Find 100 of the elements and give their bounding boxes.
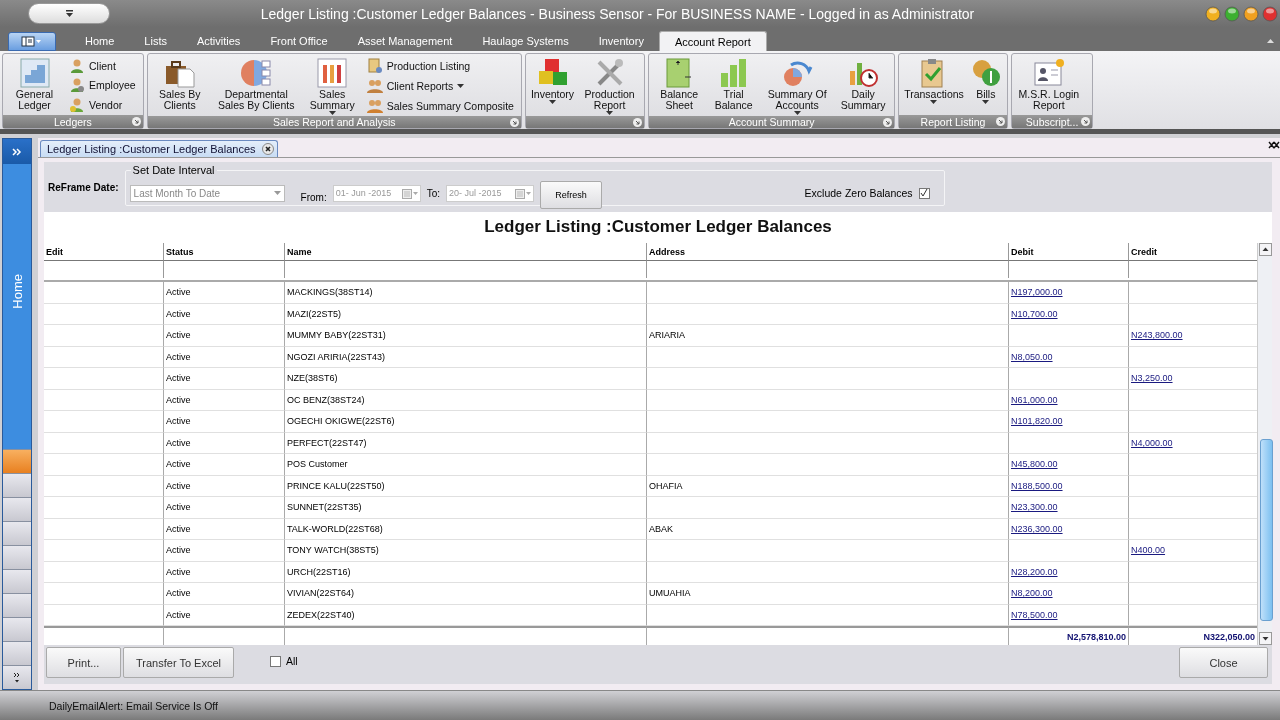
chevron-menu-icon	[13, 672, 21, 683]
navigation-button[interactable]	[3, 569, 31, 593]
navigation-button[interactable]	[3, 497, 31, 521]
ribbon-button[interactable]: Departmental Sales By Clients	[209, 56, 303, 116]
window-control-button[interactable]	[1224, 5, 1240, 22]
ribbon-button[interactable]: M.S.R. Login Report	[1013, 56, 1084, 115]
ribbon-tab[interactable]: Inventory	[583, 31, 659, 51]
more-button[interactable]	[3, 665, 31, 689]
amount-link[interactable]: N188,500.00	[1011, 480, 1063, 491]
field-label: To:	[426, 187, 441, 199]
navigation-button[interactable]	[3, 521, 31, 545]
ribbon-tab[interactable]: Lists	[129, 31, 182, 51]
table-cell: Active	[163, 389, 284, 411]
scroll-down-button[interactable]	[1259, 632, 1272, 645]
expand-button[interactable]	[3, 139, 31, 164]
checkbox[interactable]	[270, 655, 281, 667]
ribbon-button[interactable]: Sales By Clients	[149, 56, 210, 116]
table-cell: SUNNET(22ST35)	[284, 497, 646, 519]
refresh-button[interactable]: Refresh	[540, 181, 603, 209]
ribbon-button[interactable]: Daily Summary	[834, 56, 893, 116]
table-cell: MUMMY BABY(22ST31)	[284, 325, 646, 347]
amount-link[interactable]: N45,800.00	[1011, 459, 1058, 470]
ribbon-tab[interactable]: Activities	[181, 31, 256, 51]
ribbon-button[interactable]: Trial Balance	[707, 56, 761, 116]
table-cell: Active	[163, 432, 284, 454]
navigation-button[interactable]	[3, 593, 31, 617]
total-amount: N2,578,810.00	[1066, 631, 1126, 642]
ribbon-tab[interactable]: Account Report	[658, 31, 767, 51]
table-cell: TALK-WORLD(22ST68)	[284, 518, 646, 540]
amount-link[interactable]: N78,500.00	[1011, 609, 1058, 620]
window-control-button[interactable]	[1243, 5, 1259, 22]
ribbon-button[interactable]: Client Reports	[363, 77, 517, 95]
table-cell: Active	[163, 411, 284, 433]
amount-link[interactable]: N61,000.00	[1011, 394, 1058, 405]
scrollbar-thumb[interactable]	[1260, 439, 1273, 621]
ribbon-button[interactable]: Production Listing	[363, 57, 517, 75]
launcher-icon[interactable]	[633, 118, 643, 127]
excel-button[interactable]: Transfer To Excel	[123, 647, 234, 678]
column-header: Debit	[1008, 243, 1128, 261]
launcher-icon[interactable]	[995, 117, 1005, 126]
ribbon-tab[interactable]: Haulage Systems	[467, 31, 584, 51]
amount-link[interactable]: N28,200.00	[1011, 566, 1058, 577]
amount-link[interactable]: N10,700.00	[1011, 308, 1058, 319]
close-icon[interactable]	[1268, 141, 1280, 149]
ribbon-button[interactable]: Sales Summary	[302, 56, 362, 116]
launcher-icon[interactable]	[509, 118, 519, 127]
ribbon-button[interactable]: General Ledger	[5, 56, 64, 115]
amount-link[interactable]: N197,000.00	[1011, 287, 1063, 298]
app-menu-button[interactable]	[8, 32, 56, 51]
print-button[interactable]: Print...	[46, 647, 121, 678]
ribbon-button[interactable]: Inventory	[527, 56, 578, 116]
launcher-icon[interactable]	[131, 117, 141, 126]
amount-link[interactable]: N101,820.00	[1011, 416, 1063, 427]
amount-link[interactable]: N23,300.00	[1011, 502, 1058, 513]
period-dropdown[interactable]: Last Month To Date	[129, 184, 285, 202]
amount-link[interactable]: N400.00	[1131, 545, 1166, 556]
checkbox[interactable]	[918, 187, 930, 199]
navigation-button[interactable]	[3, 473, 31, 497]
launcher-icon[interactable]	[883, 118, 893, 127]
group-label: Sales Report and Analysis	[273, 116, 396, 128]
window-control-button[interactable]	[1205, 5, 1221, 22]
table-cell: ZEDEX(22ST40)	[284, 604, 646, 626]
people-icon	[366, 98, 383, 114]
navigation-button[interactable]	[3, 641, 31, 665]
table-cell: Active	[163, 561, 284, 583]
scroll-up-button[interactable]	[1259, 243, 1272, 256]
ribbon-tab[interactable]: Asset Management	[342, 31, 468, 51]
ribbon-button[interactable]: Balance Sheet	[651, 56, 708, 116]
table-cell: Active	[163, 325, 284, 347]
scrollbar[interactable]	[1257, 243, 1272, 645]
collapse-icon[interactable]	[1267, 39, 1274, 43]
ribbon-button[interactable]: Employee	[66, 76, 139, 95]
ribbon-tab[interactable]: Front Office	[255, 31, 343, 51]
quick-access-button[interactable]	[28, 3, 110, 24]
ribbon-button[interactable]: Vendor	[66, 96, 139, 115]
table-cell: Active	[163, 282, 284, 304]
amount-link[interactable]: N243,800.00	[1131, 330, 1183, 341]
launcher-icon[interactable]	[1081, 117, 1091, 126]
column-header: Edit	[44, 243, 163, 261]
amount-link[interactable]: N4,000.00	[1131, 437, 1173, 448]
navigation-button[interactable]	[3, 545, 31, 569]
amount-link[interactable]: N236,300.00	[1011, 523, 1063, 534]
ribbon-tab[interactable]: Home	[70, 31, 130, 51]
close-button[interactable]: Close	[1179, 647, 1268, 678]
ribbon-button[interactable]: Bills	[966, 56, 1005, 115]
ribbon-button[interactable]: Transactions	[901, 56, 967, 115]
window-control-button[interactable]	[1262, 5, 1278, 22]
ribbon-button[interactable]: Production Report	[577, 56, 643, 116]
ribbon-button[interactable]: Client	[66, 56, 139, 75]
navigation-button[interactable]	[3, 617, 31, 641]
ribbon-button[interactable]: Summary Of Accounts	[760, 56, 835, 116]
amount-link[interactable]: N3,250.00	[1131, 373, 1173, 384]
amount-link[interactable]: N8,050.00	[1011, 351, 1053, 362]
document-tab[interactable]: Ledger Listing :Customer Ledger Balances	[40, 140, 278, 157]
caret-icon	[273, 191, 281, 195]
amount-link[interactable]: N8,200.00	[1011, 588, 1053, 599]
ribbon-button[interactable]: Sales Summary Composite	[363, 97, 517, 115]
table-cell: ARIARIA	[646, 325, 1008, 347]
checkbox-label: All	[286, 655, 298, 667]
table-cell: OC BENZ(38ST24)	[284, 389, 646, 411]
